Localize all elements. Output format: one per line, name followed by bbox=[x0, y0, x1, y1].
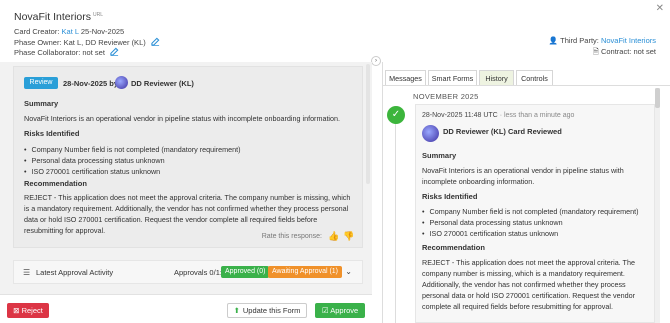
card-creator-link[interactable]: Kat L bbox=[62, 27, 79, 36]
summary-heading: Summary bbox=[24, 99, 59, 108]
timeline-line bbox=[395, 106, 396, 323]
document-icon: 🗎 bbox=[592, 47, 599, 56]
risks-heading: Risks Identified bbox=[24, 129, 80, 138]
list-item: Company Number field is not completed (m… bbox=[24, 144, 241, 155]
rate-label: Rate this response: bbox=[261, 233, 322, 240]
latest-approval-activity[interactable]: ☰ Latest Approval Activity Approvals 0/1… bbox=[13, 260, 363, 284]
list-icon: ☰ bbox=[23, 268, 31, 277]
entry-timestamp: 28-Nov-2025 11:48 UTC bbox=[422, 112, 498, 119]
user-icon: 👤 bbox=[548, 36, 559, 45]
review-card: Review 28-Nov-2025 by DD Reviewer (KL) S… bbox=[13, 66, 363, 248]
recommendation-text: REJECT - This application does not meet … bbox=[422, 258, 635, 311]
entry-time: 28-Nov-2025 11:48 UTC · less than a minu… bbox=[422, 112, 574, 119]
phase-owner-value: Kat L, DD Reviewer (KL) bbox=[63, 38, 146, 47]
phase-collaborator-row: Phase Collaborator: not set bbox=[14, 47, 119, 57]
close-square-icon: ⊠ bbox=[13, 306, 20, 315]
recommendation-heading: Recommendation bbox=[422, 243, 485, 252]
action-footer: ⊠ Reject ⬆ Update this Form ☑ Approve bbox=[0, 294, 372, 323]
thumbs-down-icon[interactable]: 👎 bbox=[343, 231, 354, 241]
entry-title: DD Reviewer (KL) Card Reviewed bbox=[443, 127, 562, 136]
edit-icon[interactable] bbox=[151, 37, 160, 46]
thumbs-up-icon[interactable]: 👍 bbox=[328, 231, 339, 241]
list-item: Personal data processing status unknown bbox=[422, 217, 638, 228]
chevron-down-icon[interactable]: ⌄ bbox=[345, 267, 352, 276]
summary-text: NovaFit Interiors is an operational vend… bbox=[422, 166, 624, 186]
update-form-button[interactable]: ⬆ Update this Form bbox=[227, 303, 307, 318]
list-item: Company Number field is not completed (m… bbox=[422, 206, 639, 217]
card-creator-row: Card Creator: Kat L 25-Nov-2025 bbox=[14, 27, 124, 36]
title-sub-label: URL bbox=[93, 11, 104, 18]
history-month: NOVEMBER 2025 bbox=[413, 92, 479, 101]
recommendation-text: REJECT - This application does not meet … bbox=[24, 193, 351, 235]
risks-heading: Risks Identified bbox=[422, 192, 478, 201]
approved-badge: Approved (0) bbox=[221, 266, 270, 278]
entry-relative-time: · less than a minute ago bbox=[499, 112, 575, 119]
contract-row: 🗎 Contract: not set bbox=[593, 46, 656, 59]
reviewer-avatar bbox=[115, 76, 128, 89]
reject-button[interactable]: ⊠ Reject bbox=[7, 303, 49, 318]
tab-history[interactable]: History bbox=[479, 70, 514, 85]
update-label: Update this Form bbox=[242, 306, 301, 315]
check-icon: ✓ bbox=[387, 106, 405, 124]
phase-owner-row: Phase Owner: Kat L, DD Reviewer (KL) bbox=[14, 37, 160, 47]
risks-list: Company Number field is not completed (m… bbox=[422, 206, 639, 239]
close-icon[interactable]: ✕ bbox=[656, 3, 664, 14]
contract-label: Contract: bbox=[600, 47, 632, 56]
approve-label: Approve bbox=[330, 306, 359, 315]
card-creator-date: 25-Nov-2025 bbox=[80, 27, 125, 36]
list-item: Personal data processing status unknown bbox=[24, 155, 240, 166]
review-date: 28-Nov-2025 by bbox=[63, 79, 119, 88]
contract-value: not set bbox=[633, 47, 656, 56]
scrollbar-thumb[interactable] bbox=[655, 88, 660, 108]
arrow-up-icon: ⬆ bbox=[233, 306, 240, 315]
tab-smart-forms[interactable]: Smart Forms bbox=[428, 70, 477, 85]
list-item: ISO 270001 certification status unknown bbox=[422, 228, 638, 239]
left-scrollbar[interactable] bbox=[366, 64, 370, 184]
phase-collaborator-value: not set bbox=[82, 48, 105, 57]
check-square-icon: ☑ bbox=[321, 306, 329, 315]
edit-icon[interactable] bbox=[110, 47, 119, 56]
third-party-label: Third Party: bbox=[560, 36, 599, 45]
card-creator-label: Card Creator: bbox=[14, 27, 60, 36]
tab-messages[interactable]: Messages bbox=[385, 70, 426, 85]
vendor-name: NovaFit Interiors bbox=[14, 11, 92, 23]
activity-label: Latest Approval Activity bbox=[36, 268, 114, 277]
tab-divider bbox=[383, 85, 670, 86]
reviewer-name: DD Reviewer (KL) bbox=[131, 79, 194, 88]
card-header: NovaFit Interiors URL Card Creator: Kat L… bbox=[0, 0, 670, 62]
summary-heading: Summary bbox=[422, 151, 457, 160]
approve-button[interactable]: ☑ Approve bbox=[315, 303, 365, 318]
review-tag: Review bbox=[24, 77, 58, 89]
history-entry: 28-Nov-2025 11:48 UTC · less than a minu… bbox=[415, 104, 655, 323]
summary-text: NovaFit Interiors is an operational vend… bbox=[24, 114, 341, 123]
collapse-panel-button[interactable]: › bbox=[371, 56, 381, 66]
awaiting-approval-badge: Awaiting Approval (1) bbox=[268, 266, 343, 278]
left-panel: Review 28-Nov-2025 by DD Reviewer (KL) S… bbox=[0, 62, 372, 294]
phase-collaborator-label: Phase Collaborator: bbox=[14, 48, 81, 57]
third-party-link[interactable]: NovaFit Interiors bbox=[601, 36, 656, 45]
card-title: NovaFit Interiors URL bbox=[14, 11, 103, 23]
recommendation-heading: Recommendation bbox=[24, 179, 87, 188]
right-panel: Messages Smart Forms History Controls NO… bbox=[382, 62, 670, 323]
phase-owner-label: Phase Owner: bbox=[14, 38, 62, 47]
reviewer-avatar bbox=[422, 125, 439, 142]
approvals-count: Approvals 0/1: bbox=[174, 268, 222, 277]
right-scrollbar[interactable] bbox=[655, 88, 660, 323]
reject-label: Reject bbox=[21, 306, 43, 315]
list-item: ISO 270001 certification status unknown bbox=[24, 166, 240, 177]
tab-controls[interactable]: Controls bbox=[516, 70, 553, 85]
risks-list: Company Number field is not completed (m… bbox=[24, 144, 241, 177]
third-party-row: 👤 Third Party: NovaFit Interiors bbox=[549, 36, 656, 45]
